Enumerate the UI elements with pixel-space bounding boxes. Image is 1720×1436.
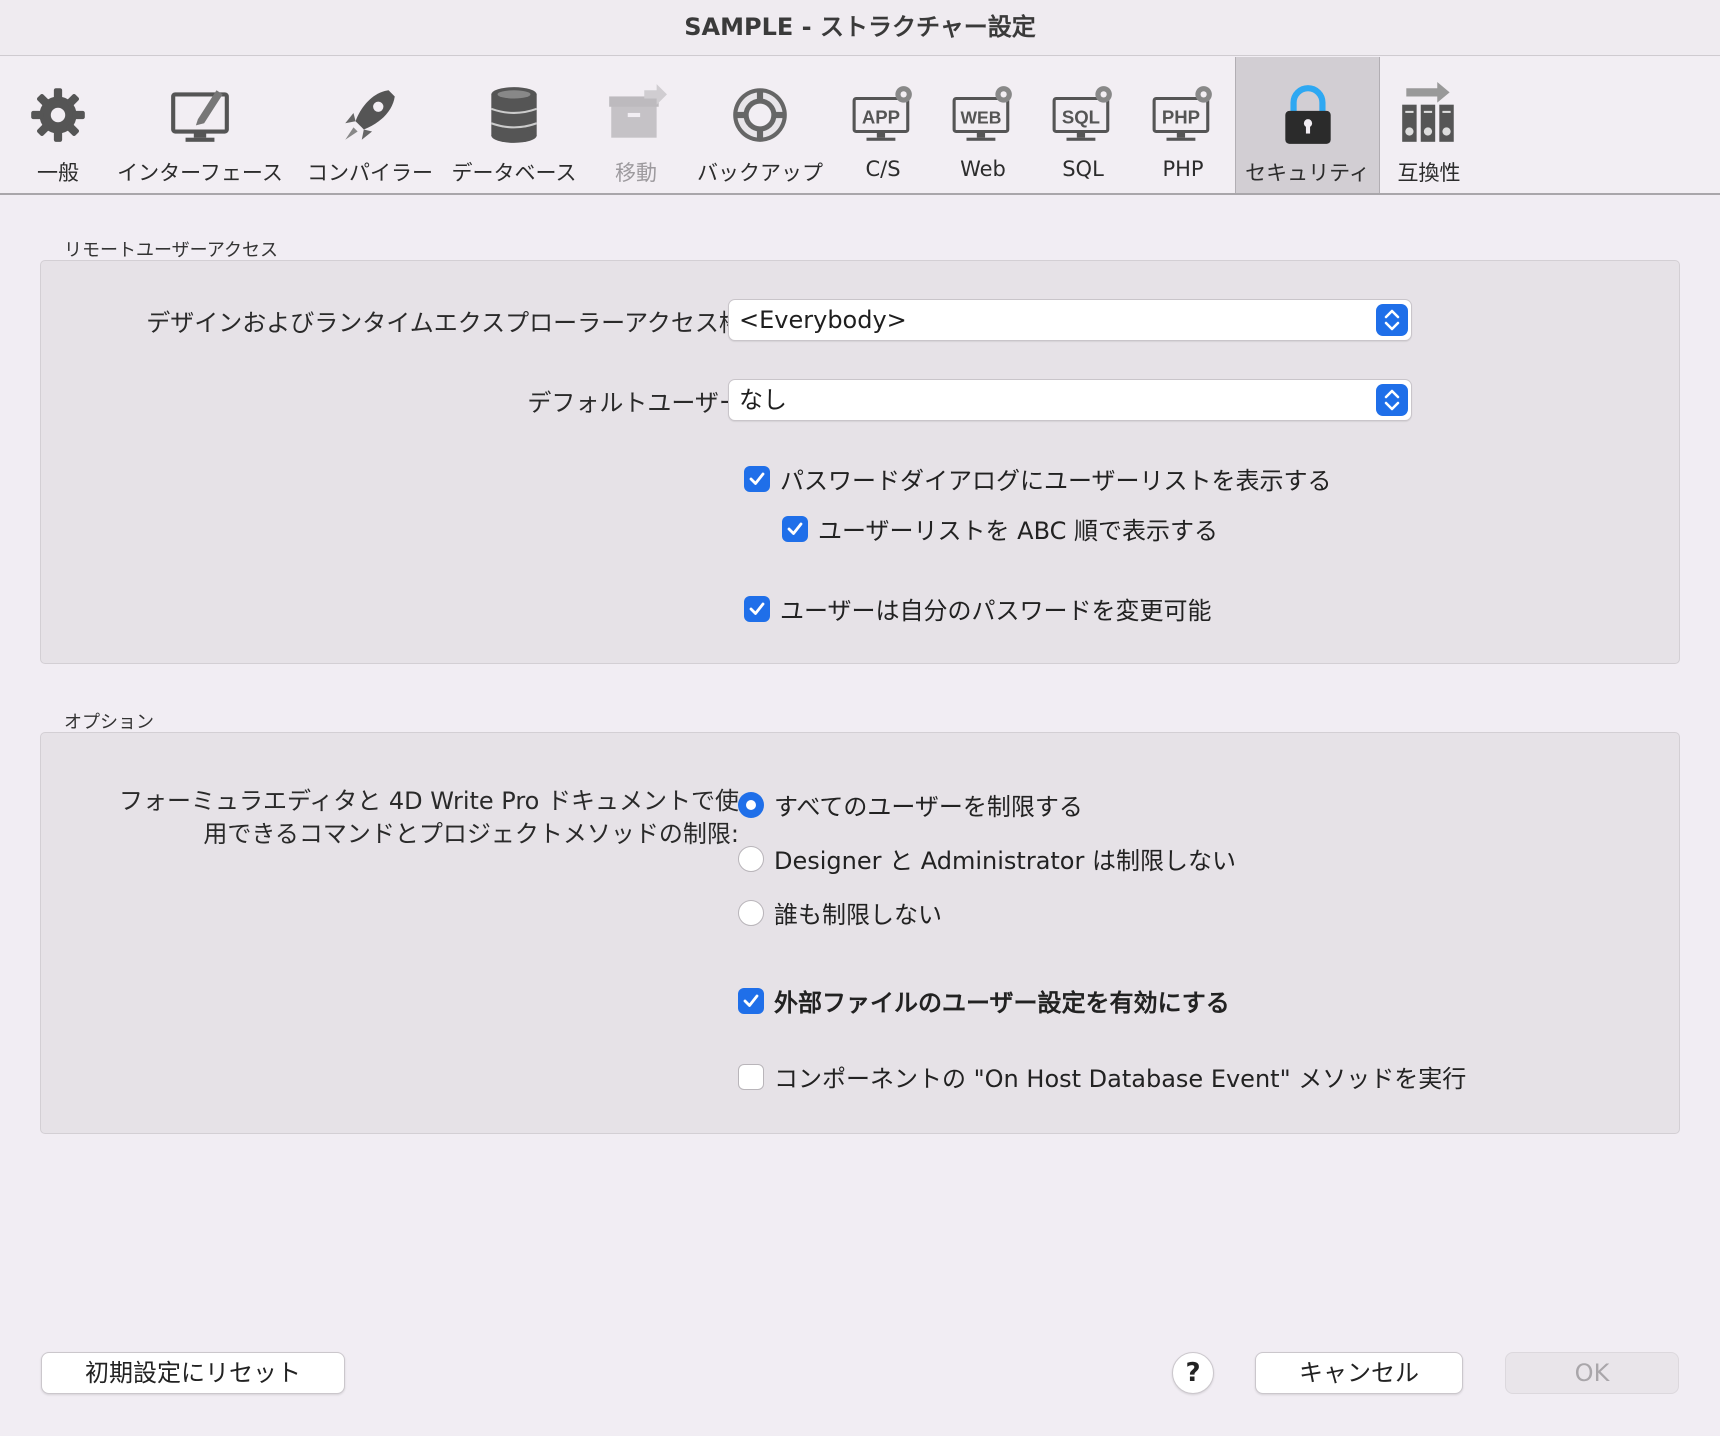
lifebuoy-icon (724, 79, 796, 151)
external-user-settings-label: 外部ファイルのユーザー設定を有効にする (774, 989, 1230, 1017)
default-user-value: なし (739, 386, 787, 414)
php-server-icon: PHP (1147, 79, 1219, 151)
toolbar-item-general[interactable]: 一般 (20, 57, 96, 193)
checkmark-icon (749, 602, 765, 615)
cancel-button[interactable]: キャンセル (1255, 1352, 1463, 1394)
radio-no-restrict-admin-label: Designer と Administrator は制限しない (774, 847, 1236, 875)
compatibility-icon (1393, 79, 1465, 151)
restriction-label: フォーミュラエディタと 4D Write Pro ドキュメントで使 用できるコマ… (119, 785, 739, 851)
remote-access-group: デザインおよびランタイムエクスプローラーアクセス権: <Everybody> デ… (40, 260, 1680, 664)
toolbar-label-move: 移動 (615, 161, 657, 185)
radio-row-no-restrict-admin[interactable]: Designer と Administrator は制限しない (738, 841, 1236, 876)
radio-no-restriction-label: 誰も制限しない (774, 901, 942, 929)
ok-button[interactable]: OK (1505, 1352, 1679, 1394)
radio-row-restrict-all[interactable]: すべてのユーザーを制限する (738, 787, 1083, 822)
svg-text:SQL: SQL (1062, 106, 1100, 127)
toolbar-item-cs[interactable]: APP C/S (846, 57, 920, 193)
toolbar-label-security: セキュリティ (1245, 161, 1370, 185)
toolbar-label-backup: バックアップ (697, 161, 823, 185)
rocket-icon (334, 79, 406, 151)
web-server-icon: WEB (947, 79, 1019, 151)
change-password-checkbox[interactable] (744, 595, 770, 622)
popup-chevrons-icon (1376, 304, 1408, 336)
app-server-icon: APP (847, 79, 919, 151)
checkmark-icon (787, 522, 803, 535)
toolbar-label-database: データベース (451, 161, 577, 185)
toolbar-label-general: 一般 (37, 161, 79, 185)
toolbar-item-sql[interactable]: SQL SQL (1046, 57, 1120, 193)
toolbar-item-move[interactable]: 移動 (596, 57, 676, 193)
move-box-icon (600, 79, 672, 151)
toolbar-item-database[interactable]: データベース (452, 57, 576, 193)
external-user-settings-checkbox[interactable] (738, 987, 764, 1014)
svg-text:PHP: PHP (1162, 106, 1200, 127)
design-access-value: <Everybody> (739, 306, 907, 334)
show-user-list-checkbox-row[interactable]: パスワードダイアログにユーザーリストを表示する (744, 461, 1332, 496)
settings-toolbar: 一般 インターフェース コンパイラー データベース 移動 バックアップ APP … (0, 57, 1720, 195)
window-title: SAMPLE - ストラクチャー設定 (0, 0, 1720, 56)
toolbar-label-compiler: コンパイラー (307, 161, 433, 185)
toolbar-item-web[interactable]: WEB Web (946, 57, 1020, 193)
radio-row-no-restriction[interactable]: 誰も制限しない (738, 895, 942, 930)
host-db-event-checkbox[interactable] (738, 1063, 764, 1090)
toolbar-item-php[interactable]: PHP PHP (1146, 57, 1220, 193)
sort-user-list-checkbox[interactable] (782, 515, 808, 542)
restriction-label-line2: 用できるコマンドとプロジェクトメソッドの制限: (203, 820, 739, 848)
design-access-popup[interactable]: <Everybody> (728, 299, 1412, 341)
radio-restrict-all[interactable] (738, 791, 764, 818)
sql-server-icon: SQL (1047, 79, 1119, 151)
toolbar-item-security[interactable]: セキュリティ (1235, 57, 1380, 193)
toolbar-label-web: Web (960, 157, 1006, 181)
remote-access-section-title: リモートユーザーアクセス (64, 240, 279, 261)
radio-restrict-all-label: すべてのユーザーを制限する (774, 793, 1083, 821)
toolbar-item-backup[interactable]: バックアップ (696, 57, 824, 193)
options-group: フォーミュラエディタと 4D Write Pro ドキュメントで使 用できるコマ… (40, 732, 1680, 1134)
restriction-label-line1: フォーミュラエディタと 4D Write Pro ドキュメントで使 (118, 787, 739, 815)
gear-icon (22, 79, 94, 151)
show-user-list-label: パスワードダイアログにユーザーリストを表示する (780, 467, 1332, 495)
database-icon (478, 79, 550, 151)
monitor-pencil-icon (164, 79, 236, 151)
toolbar-label-cs: C/S (865, 157, 901, 181)
sort-user-list-label: ユーザーリストを ABC 順で表示する (818, 517, 1218, 545)
reset-defaults-button[interactable]: 初期設定にリセット (41, 1352, 345, 1394)
default-user-label: デフォルトユーザー: (527, 389, 751, 417)
host-db-event-checkbox-row[interactable]: コンポーネントの "On Host Database Event" メソッドを実… (738, 1059, 1466, 1094)
change-password-checkbox-row[interactable]: ユーザーは自分のパスワードを変更可能 (744, 591, 1212, 626)
svg-text:WEB: WEB (961, 107, 1002, 127)
toolbar-label-php: PHP (1162, 157, 1204, 181)
sort-user-list-checkbox-row[interactable]: ユーザーリストを ABC 順で表示する (782, 511, 1218, 546)
toolbar-label-interface: インターフェース (117, 161, 283, 185)
toolbar-label-compatibility: 互換性 (1397, 161, 1461, 185)
popup-chevrons-icon (1376, 384, 1408, 416)
options-section-title: オプション (64, 712, 154, 733)
radio-no-restrict-admin[interactable] (738, 845, 764, 872)
host-db-event-label: コンポーネントの "On Host Database Event" メソッドを実… (774, 1065, 1467, 1093)
settings-window: SAMPLE - ストラクチャー設定 一般 インターフェース コンパイラー デー… (0, 0, 1720, 1436)
show-user-list-checkbox[interactable] (744, 465, 770, 492)
svg-text:APP: APP (862, 106, 900, 127)
external-user-settings-checkbox-row[interactable]: 外部ファイルのユーザー設定を有効にする (738, 983, 1230, 1018)
design-access-label: デザインおよびランタイムエクスプローラーアクセス権: (146, 309, 751, 337)
toolbar-item-compiler[interactable]: コンパイラー (306, 57, 434, 193)
checkmark-icon (743, 994, 759, 1007)
padlock-icon (1272, 79, 1344, 151)
help-button[interactable]: ? (1172, 1352, 1214, 1394)
radio-no-restriction[interactable] (738, 899, 764, 926)
checkmark-icon (749, 472, 765, 485)
default-user-popup[interactable]: なし (728, 379, 1412, 421)
toolbar-label-sql: SQL (1062, 157, 1104, 181)
toolbar-item-compatibility[interactable]: 互換性 (1392, 57, 1466, 193)
change-password-label: ユーザーは自分のパスワードを変更可能 (780, 597, 1212, 625)
toolbar-item-interface[interactable]: インターフェース (112, 57, 288, 193)
